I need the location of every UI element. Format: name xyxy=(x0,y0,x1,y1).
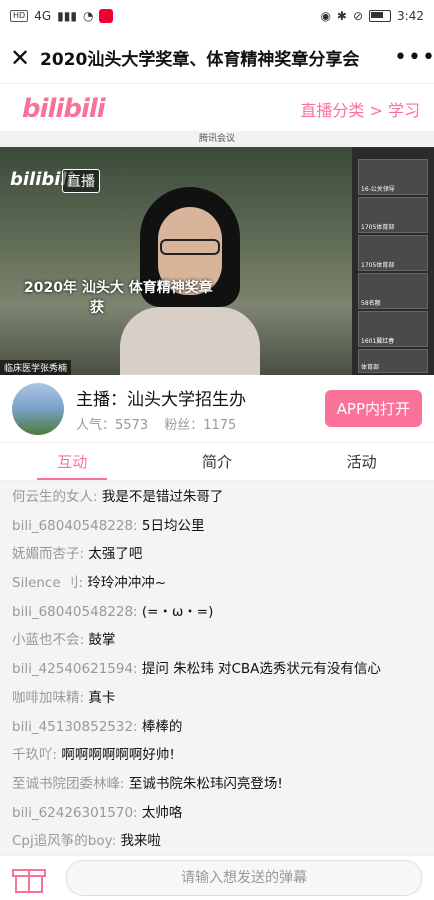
speaker-body xyxy=(120,307,260,375)
list-item: 千玖吖: 啊啊啊啊啊啊好帅! xyxy=(0,741,434,770)
wifi-icon: ◔ xyxy=(82,9,94,23)
bilibili-logo[interactable]: bilibili xyxy=(22,94,106,124)
signal-icon: ▮▮▮ xyxy=(57,9,77,23)
list-item: 小蓝也不会: 鼓掌 xyxy=(0,626,434,655)
participant-label: 1705体育部 xyxy=(361,224,395,231)
chat-user[interactable]: 至诚书院团委林峰: xyxy=(12,776,125,792)
video-banner-line2: 获 xyxy=(90,300,104,316)
host-info: 主播：汕头大学招生办 人气：5573 粉丝：1175 APP内打开 xyxy=(0,375,434,443)
video-banner-line1: 2020年 汕头大 体育精神奖章 xyxy=(24,280,213,296)
live-tag: 直播 xyxy=(62,169,100,193)
chat-text: 至诚书院朱松玮闪亮登场! xyxy=(128,775,283,792)
list-item: Silence 刂: 玲玲冲冲冲~ xyxy=(0,569,434,598)
participant-label: 58名额 xyxy=(361,300,381,307)
chat-text: 5日均公里 xyxy=(141,517,205,534)
participant-thumb: 1705体育部 xyxy=(358,197,428,233)
chat-user[interactable]: 小蓝也不会: xyxy=(12,632,84,648)
hd-badge: HD xyxy=(10,10,29,22)
chat-text: 太帅咯 xyxy=(141,804,183,821)
tab-activity[interactable]: 活动 xyxy=(289,443,434,480)
host-name: 主播：汕头大学招生办 xyxy=(76,389,246,410)
video-window-title: 腾讯会议 xyxy=(0,131,434,147)
chat-text: 我是不是错过朱哥了 xyxy=(101,489,224,505)
popularity-count: 人气：5573 xyxy=(76,417,149,433)
chat-text: 棒棒的 xyxy=(141,718,183,735)
participant-thumb: 1705体育部 xyxy=(358,235,428,271)
list-item: 咖啡加味精: 真卡 xyxy=(0,684,434,713)
list-item: bili_42540621594: 提问 朱松玮 对CBA选秀状元有没有信心 xyxy=(0,655,434,684)
list-item: 至诚书院团委林峰: 至诚书院朱松玮闪亮登场! xyxy=(0,770,434,799)
mute-icon: ⊘ xyxy=(352,9,364,23)
avatar[interactable] xyxy=(12,382,64,435)
list-item: Cpj追风筝的boy: 我来啦 xyxy=(0,827,434,856)
chat-text: 鼓掌 xyxy=(88,632,116,649)
participant-label: 16-公关领导 xyxy=(361,186,395,193)
video-main-view: bilibili 直播 2020年 汕头大 体育精神奖章 获 临床医学张秀楠 xyxy=(0,147,352,375)
chat-user[interactable]: 何云生的女人: xyxy=(12,489,98,505)
host-stats: 人气：5573 粉丝：1175 xyxy=(76,414,325,433)
gift-icon[interactable] xyxy=(12,863,46,893)
live-video-player[interactable]: 腾讯会议 bilibili 直播 2020年 汕头大 体育精神奖章 获 临床医学… xyxy=(0,131,434,375)
chat-user[interactable]: Cpj追风筝的boy: xyxy=(12,833,116,849)
list-item: bili_45130852532: 棒棒的 xyxy=(0,713,434,742)
chat-text: (=・ω・=) xyxy=(141,603,214,620)
status-left: HD 4G ▮▮▮ ◔ xyxy=(10,9,114,23)
chat-user[interactable]: bili_42540621594: xyxy=(12,661,138,677)
status-right: ◉ ✱ ⊘ 3:42 xyxy=(320,9,424,23)
chat-text: 玲玲冲冲冲~ xyxy=(87,575,167,592)
participant-thumb: 16-公关领导 xyxy=(358,159,428,195)
list-item: 何云生的女人: 我是不是错过朱哥了 xyxy=(0,483,434,512)
participant-label: 体育部 xyxy=(361,364,380,371)
speaker-name-tag: 临床医学张秀楠 xyxy=(0,360,72,375)
breadcrumb[interactable]: 直播分类 > 学习 xyxy=(300,97,420,121)
brand-bar: bilibili 直播分类 > 学习 xyxy=(0,84,434,134)
chat-text: 啊啊啊啊啊啊好帅! xyxy=(61,747,175,764)
app-notification-icon xyxy=(99,9,114,23)
title-bar: ✕ 2020汕头大学奖章、体育精神奖章分享会 ••• xyxy=(0,32,434,84)
chat-list[interactable]: 何云生的女人: 我是不是错过朱哥了 bili_68040548228: 5日均公… xyxy=(0,481,434,857)
tab-interaction[interactable]: 互动 xyxy=(0,443,145,480)
list-item: 妩媚而杏子: 太强了吧 xyxy=(0,540,434,569)
open-in-app-button[interactable]: APP内打开 xyxy=(324,390,422,427)
list-item: bili_68040548228: 5日均公里 xyxy=(0,512,434,541)
chat-user[interactable]: bili_68040548228: xyxy=(12,518,138,534)
chat-text: 真卡 xyxy=(88,689,116,706)
page-title: 2020汕头大学奖章、体育精神奖章分享会 xyxy=(40,50,360,70)
network-label: 4G xyxy=(34,9,52,23)
chat-user[interactable]: 咖啡加味精: xyxy=(12,690,84,706)
battery-icon xyxy=(369,10,392,22)
bottom-bar: 请输入想发送的弹幕 xyxy=(0,855,434,900)
status-time: 3:42 xyxy=(397,9,424,23)
host-meta: 主播：汕头大学招生办 人气：5573 粉丝：1175 xyxy=(76,385,325,433)
participant-thumb: 体育部 xyxy=(358,349,428,373)
list-item: bili_62426301570: 太帅咯 xyxy=(0,799,434,828)
chat-user[interactable]: bili_68040548228: xyxy=(12,604,138,620)
eye-icon: ◉ xyxy=(320,9,331,23)
list-item: bili_68040548228: (=・ω・=) xyxy=(0,598,434,627)
chat-user[interactable]: bili_62426301570: xyxy=(12,805,138,821)
chat-user[interactable]: bili_45130852532: xyxy=(12,719,138,735)
chat-text: 我来啦 xyxy=(120,833,161,850)
participant-label: 1705体育部 xyxy=(361,262,395,269)
bluetooth-icon: ✱ xyxy=(336,9,347,23)
gift-ribbon xyxy=(28,869,30,893)
participant-thumb: 1601翼红春 xyxy=(358,311,428,347)
close-icon[interactable]: ✕ xyxy=(10,44,40,72)
chat-text: 提问 朱松玮 对CBA选秀状元有没有信心 xyxy=(141,661,381,678)
chat-user[interactable]: 妩媚而杏子: xyxy=(12,546,84,562)
chat-user[interactable]: 千玖吖: xyxy=(12,747,57,763)
status-bar: HD 4G ▮▮▮ ◔ ◉ ✱ ⊘ 3:42 xyxy=(0,0,434,32)
more-icon[interactable]: ••• xyxy=(394,45,434,70)
speaker-glasses xyxy=(160,239,220,255)
tab-bar: 互动 简介 活动 xyxy=(0,443,434,481)
chat-text: 太强了吧 xyxy=(88,546,143,563)
participant-sidebar: 16-公关领导 1705体育部 1705体育部 58名额 1601翼红春 体育部 xyxy=(352,147,434,375)
chat-user[interactable]: Silence 刂: xyxy=(12,575,83,591)
fans-count: 粉丝：1175 xyxy=(164,417,237,433)
tab-intro[interactable]: 简介 xyxy=(145,443,290,480)
danmu-input[interactable]: 请输入想发送的弹幕 xyxy=(66,860,422,896)
participant-thumb: 58名额 xyxy=(358,273,428,309)
participant-label: 1601翼红春 xyxy=(361,338,395,345)
